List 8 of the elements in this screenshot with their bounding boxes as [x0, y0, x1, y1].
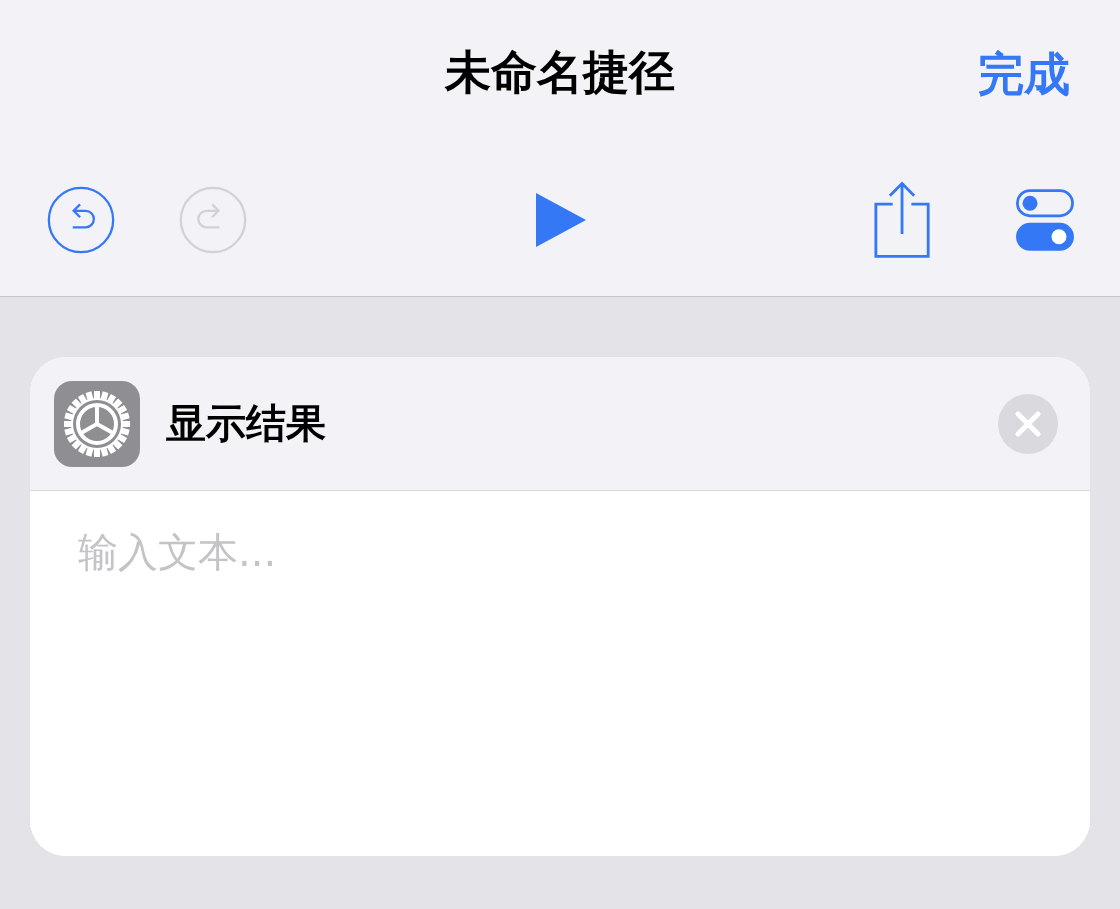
share-icon[interactable] [874, 179, 931, 261]
done-button[interactable]: 完成 [978, 44, 1070, 106]
settings-toggles-icon[interactable] [1016, 187, 1074, 253]
gear-icon [54, 380, 140, 467]
action-title: 显示结果 [166, 399, 327, 448]
screen-title: 未命名捷径 [445, 44, 675, 101]
close-icon [1015, 410, 1041, 437]
play-icon[interactable] [533, 191, 588, 249]
